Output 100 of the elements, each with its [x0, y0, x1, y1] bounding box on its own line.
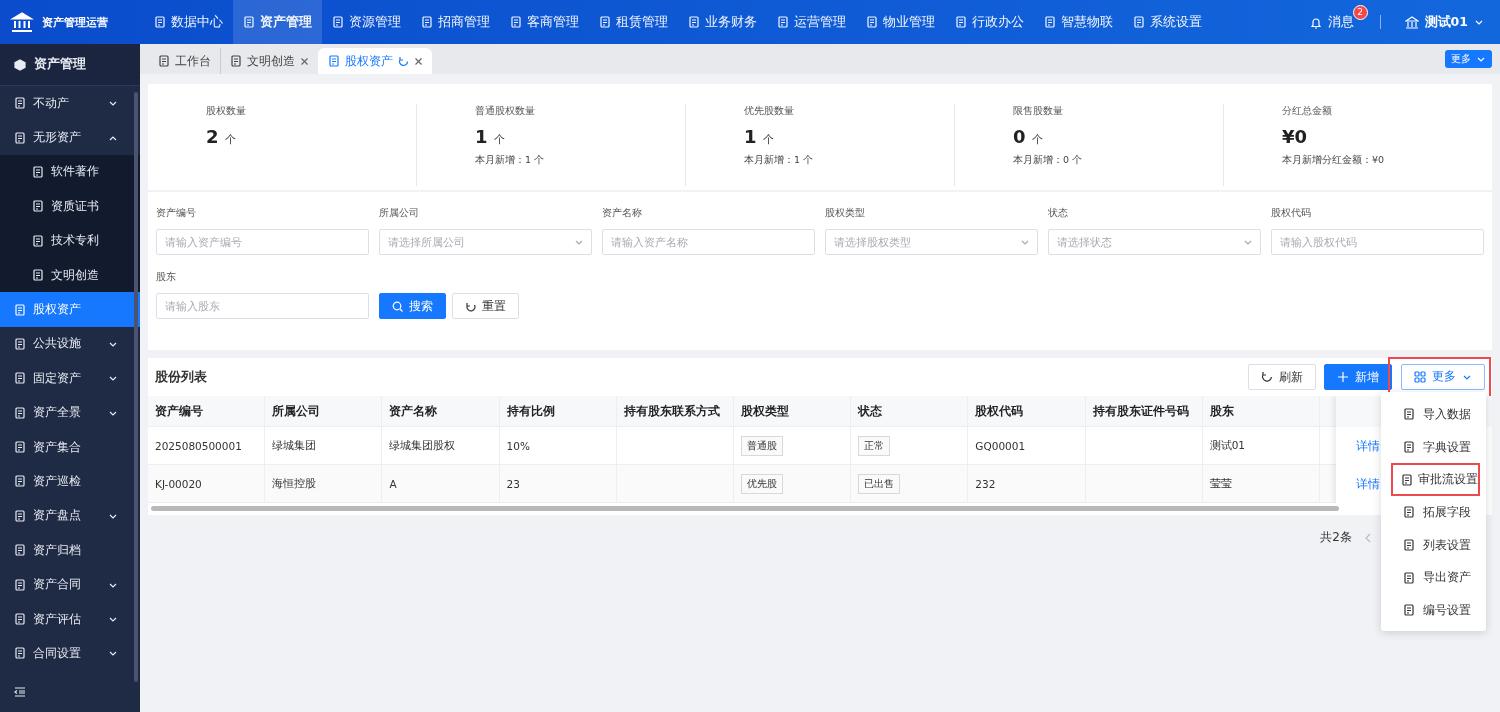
menu-item[interactable]: 列表设置 — [1381, 528, 1486, 562]
menu-item[interactable]: 审批流设置 — [1391, 463, 1480, 497]
tab[interactable]: 股权资产 — [318, 48, 432, 74]
sidebar-item[interactable]: 固定资产 — [0, 361, 140, 396]
messages-button[interactable]: 消息 — [1309, 13, 1354, 31]
stat-unit: 个 — [1031, 132, 1043, 147]
stat-note: 本月新增：1 个 — [475, 154, 546, 167]
table-title: 股份列表 — [155, 368, 207, 386]
document-icon — [243, 16, 255, 28]
sidebar-item[interactable]: 文明创造 — [0, 257, 140, 293]
document-icon — [777, 16, 789, 28]
nav-item[interactable]: 客商管理 — [500, 0, 589, 44]
column-header: 持有比例 — [499, 396, 617, 426]
scrollbar[interactable] — [134, 92, 138, 682]
nav-item[interactable]: 行政办公 — [945, 0, 1034, 44]
nav-item[interactable]: 数据中心 — [144, 0, 233, 44]
sidebar-item[interactable]: 公共设施 — [0, 326, 140, 362]
table-cell: GQ00001 — [968, 427, 1086, 464]
stat-value: ¥0 — [1282, 126, 1308, 147]
bank-icon — [1404, 15, 1419, 29]
input-field[interactable]: 请输入股权代码 — [1271, 229, 1484, 255]
document-icon — [14, 97, 26, 110]
app-title: 资产管理运营 — [42, 14, 108, 30]
field-label: 状态 — [1048, 206, 1069, 220]
document-icon — [14, 131, 26, 144]
nav-item[interactable]: 智慧物联 — [1034, 0, 1123, 44]
document-icon — [158, 55, 170, 67]
document-icon — [1133, 16, 1145, 28]
reset-button[interactable]: 重置 — [452, 293, 519, 319]
menu-item[interactable]: 字典设置 — [1381, 430, 1486, 464]
menu-item[interactable]: 导出资产 — [1381, 561, 1486, 595]
document-icon — [14, 475, 26, 488]
nav-item[interactable]: 运营管理 — [767, 0, 856, 44]
more-button[interactable]: 更多 — [1445, 50, 1492, 68]
sidebar-item[interactable]: 资产评估 — [0, 601, 140, 637]
document-icon — [328, 55, 340, 67]
scrollbar[interactable] — [151, 506, 1339, 511]
document-icon — [1044, 16, 1056, 28]
bank-icon — [10, 11, 34, 33]
select-field[interactable]: 请选择所属公司 — [379, 229, 592, 255]
document-icon — [1403, 408, 1415, 421]
sidebar-item[interactable]: 股权资产 — [0, 292, 140, 327]
sidebar-item[interactable]: 资产归档 — [0, 533, 140, 568]
sidebar-item[interactable]: 资产集合 — [0, 429, 140, 465]
sidebar-item[interactable]: 资产合同 — [0, 567, 140, 602]
document-icon — [421, 16, 433, 28]
nav-item[interactable]: 资源管理 — [322, 0, 411, 44]
chevron-left-icon — [1364, 532, 1372, 543]
nav-item[interactable]: 系统设置 — [1123, 0, 1212, 44]
sidebar-item[interactable]: 资质证书 — [0, 189, 140, 224]
input-field[interactable]: 请输入资产名称 — [602, 229, 815, 255]
more-button[interactable]: 更多 — [1401, 363, 1485, 390]
document-icon — [14, 441, 26, 454]
document-icon — [14, 337, 26, 350]
search-button[interactable]: 搜索 — [379, 293, 446, 319]
sidebar-item[interactable]: 软件著作 — [0, 154, 140, 190]
stat-value: 1 — [475, 126, 488, 147]
select-field[interactable]: 请选择股权类型 — [825, 229, 1038, 255]
document-icon — [14, 372, 26, 385]
stat-value: 1 — [744, 126, 757, 147]
menu-item[interactable]: 编号设置 — [1381, 594, 1486, 627]
refresh-button[interactable]: 刷新 — [1248, 364, 1316, 390]
sidebar-item[interactable]: 不动产 — [0, 86, 140, 121]
document-icon — [866, 16, 878, 28]
tab[interactable]: 工作台 — [148, 48, 220, 74]
select-field[interactable]: 请选择状态 — [1048, 229, 1261, 255]
stat-note: 本月新增分红金额：¥0 — [1282, 154, 1386, 167]
menu-item[interactable]: 导入数据 — [1381, 398, 1486, 431]
document-icon — [14, 613, 26, 626]
menu-item[interactable]: 拓展字段 — [1381, 496, 1486, 529]
input-field[interactable]: 请输入股东 — [156, 293, 369, 319]
field-label: 资产名称 — [602, 206, 643, 220]
table-cell: 绿城集团股权 — [382, 427, 500, 464]
sidebar-item[interactable]: 资产全景 — [0, 395, 140, 430]
stat-label: 分红总金额 — [1282, 104, 1333, 118]
nav-item[interactable]: 租赁管理 — [589, 0, 678, 44]
details-link[interactable]: 详情 — [1356, 437, 1380, 455]
column-header: 状态 — [851, 396, 969, 426]
nav-item[interactable]: 招商管理 — [411, 0, 500, 44]
sidebar-item[interactable]: 技术专利 — [0, 223, 140, 258]
sidebar-item[interactable]: 无形资产 — [0, 120, 140, 155]
nav-item[interactable]: 业务财务 — [678, 0, 767, 44]
input-field[interactable]: 请输入资产编号 — [156, 229, 369, 255]
column-header: 股东 — [1202, 396, 1320, 426]
nav-item[interactable]: 资产管理 — [233, 0, 322, 44]
sidebar-item[interactable]: 合同设置 — [0, 636, 140, 671]
stat-value: 2 — [206, 126, 219, 147]
add-button[interactable]: 新增 — [1324, 364, 1392, 390]
document-icon — [32, 269, 44, 282]
table-cell: 测试01 — [1202, 427, 1320, 464]
reset-icon — [465, 300, 476, 312]
collapse-icon — [14, 687, 26, 697]
nav-item[interactable]: 物业管理 — [856, 0, 945, 44]
table-cell: 绿城集团 — [265, 427, 383, 464]
sidebar-item[interactable]: 资产盘点 — [0, 498, 140, 534]
sidebar-item[interactable]: 资产巡检 — [0, 464, 140, 499]
plus-icon — [1337, 371, 1349, 383]
document-icon — [688, 16, 700, 28]
user-menu[interactable]: 测试01 — [1404, 13, 1484, 31]
details-link[interactable]: 详情 — [1356, 475, 1380, 493]
